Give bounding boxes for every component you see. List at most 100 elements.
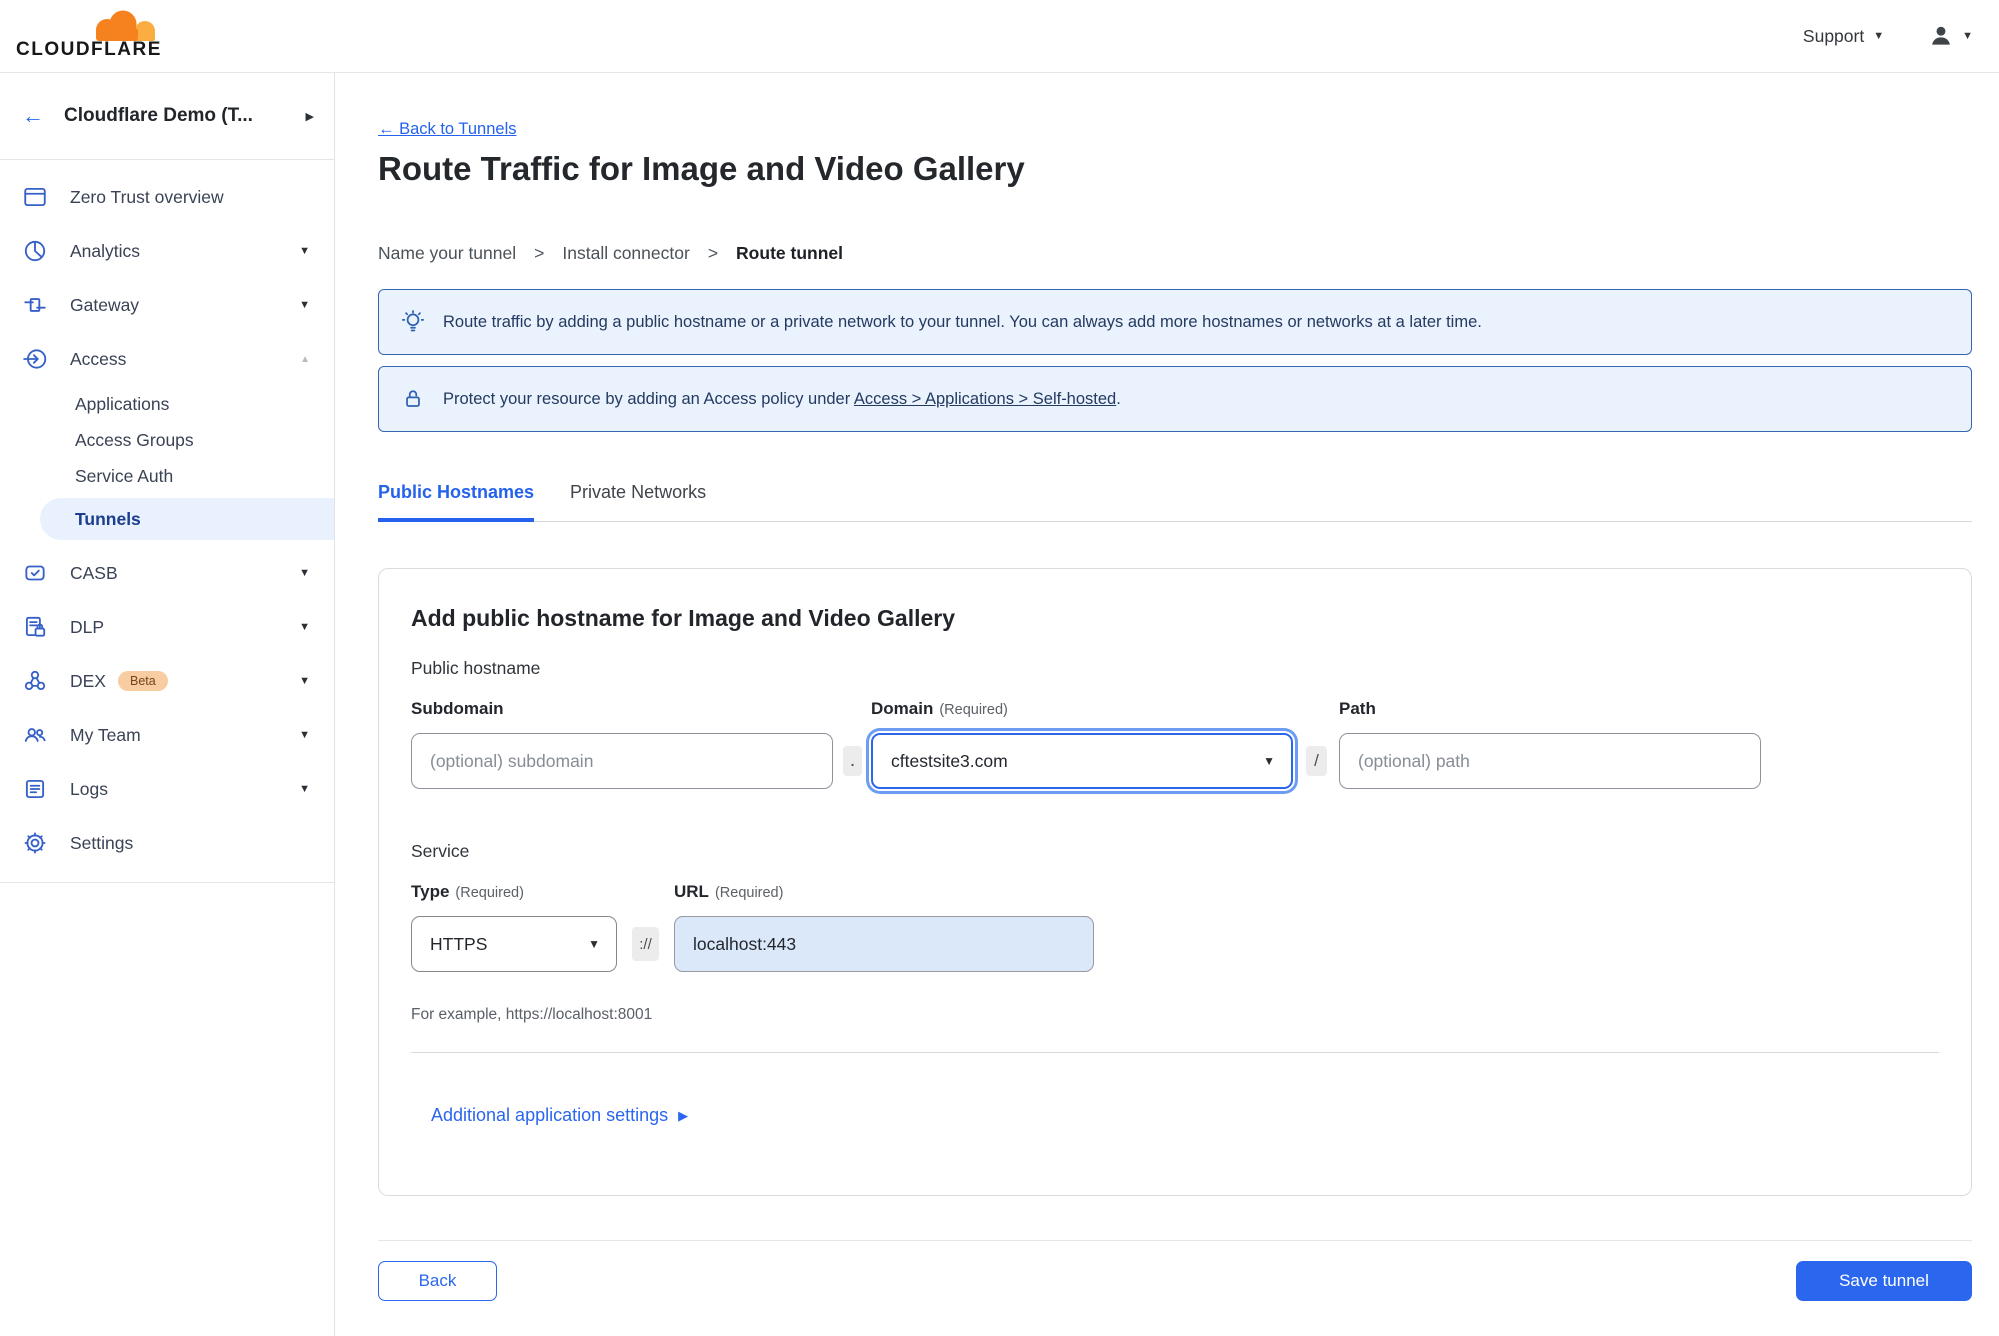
logs-list-icon [22, 776, 48, 802]
domain-select[interactable]: cftestsite3.com ▼ [871, 733, 1293, 789]
sidebar: ← Cloudflare Demo (T... ▶ Zero Trust ove… [0, 73, 335, 1336]
sidebar-item-gateway[interactable]: Gateway ▼ [0, 278, 334, 332]
step-install-connector: Install connector [562, 243, 690, 263]
service-url-input[interactable] [674, 916, 1094, 972]
service-field-row: Type (Required) HTTPS ▼ :// URL (Required) [411, 882, 1939, 972]
chevron-down-icon: ▼ [299, 299, 310, 311]
pie-chart-icon [22, 238, 48, 264]
document-lock-icon [22, 614, 48, 640]
sidebar-item-tunnels[interactable]: Tunnels [40, 498, 334, 540]
sidebar-item-casb[interactable]: CASB ▼ [0, 546, 334, 600]
service-label: Service [411, 841, 470, 861]
add-public-hostname-card: Add public hostname for Image and Video … [378, 568, 1972, 1196]
chevron-down-icon: ▼ [1873, 30, 1885, 42]
sidebar-divider [0, 882, 334, 883]
sidebar-item-dlp[interactable]: DLP ▼ [0, 600, 334, 654]
browser-window-icon [22, 184, 48, 210]
cloudflare-wordmark: CLOUDFLARE [16, 39, 162, 60]
chevron-up-icon: ▲ [300, 353, 310, 365]
sidebar-subitem-label: Tunnels [75, 508, 141, 529]
type-label: Type (Required) [411, 882, 617, 902]
hostname-field-row: Subdomain . Domain (Required) cftestsite3… [411, 699, 1939, 789]
sidebar-item-label: Zero Trust overview [70, 186, 224, 207]
step-route-tunnel: Route tunnel [736, 243, 843, 263]
sidebar-item-access[interactable]: Access ▲ [0, 332, 334, 386]
page-title: Route Traffic for Image and Video Galler… [378, 150, 1025, 187]
wizard-steps: Name your tunnel > Install connector > R… [378, 243, 1972, 264]
user-menu[interactable]: ▼ [1928, 23, 1973, 49]
path-input[interactable] [1339, 733, 1761, 789]
footer-actions: Back Save tunnel [378, 1261, 1972, 1301]
sidebar-item-access-groups[interactable]: Access Groups [0, 422, 334, 458]
url-label-text: URL [674, 882, 709, 901]
banner-text-prefix: Protect your resource by adding an Acces… [443, 389, 854, 408]
chevron-down-icon: ▼ [299, 621, 310, 633]
additional-application-settings-link[interactable]: Additional application settings ▶ [431, 1105, 688, 1126]
sidebar-item-label: CASB [70, 562, 118, 583]
sidebar-item-applications[interactable]: Applications [0, 386, 334, 422]
chevron-right-icon: ▶ [678, 1107, 689, 1123]
sidebar-item-label: Logs [70, 778, 108, 799]
support-menu[interactable]: Support ▼ [1803, 26, 1884, 47]
required-label: (Required) [939, 702, 1008, 718]
cloudflare-logo[interactable]: CLOUDFLARE [16, 7, 176, 65]
banner-text: Protect your resource by adding an Acces… [443, 390, 1121, 409]
service-type-field: Type (Required) HTTPS ▼ [411, 882, 617, 972]
sidebar-item-label: Analytics [70, 240, 141, 261]
domain-field: Domain (Required) cftestsite3.com ▼ [871, 699, 1293, 789]
account-switcher[interactable]: ← Cloudflare Demo (T... ▶ [0, 73, 334, 160]
casb-check-icon [22, 560, 48, 586]
gateway-icon [22, 292, 48, 318]
sidebar-subitem-label: Access Groups [75, 429, 194, 450]
slash-separator: / [1306, 746, 1327, 776]
subdomain-input[interactable] [411, 733, 833, 789]
banner-text-suffix: . [1116, 389, 1121, 408]
sidebar-item-settings[interactable]: Settings [0, 816, 334, 870]
sidebar-subitem-label: Applications [75, 393, 170, 414]
access-login-icon [22, 346, 48, 372]
sidebar-item-label: Access [70, 348, 127, 369]
team-people-icon [22, 722, 48, 748]
chevron-right-icon: ▶ [305, 110, 314, 123]
sidebar-item-label: My Team [70, 724, 141, 745]
chevron-down-icon: ▼ [1263, 754, 1275, 768]
subdomain-label: Subdomain [411, 699, 504, 718]
tab-private-networks[interactable]: Private Networks [570, 482, 706, 522]
gear-icon [22, 830, 48, 856]
sidebar-item-my-team[interactable]: My Team ▼ [0, 708, 334, 762]
subdomain-field: Subdomain [411, 699, 833, 789]
sidebar-item-service-auth[interactable]: Service Auth [0, 458, 334, 494]
sidebar-item-zero-trust-overview[interactable]: Zero Trust overview [0, 170, 334, 224]
sidebar-item-label: Gateway [70, 294, 140, 315]
card-divider [411, 1052, 1939, 1053]
sidebar-item-logs[interactable]: Logs ▼ [0, 762, 334, 816]
card-heading: Add public hostname for Image and Video … [411, 605, 956, 631]
chevron-down-icon: ▼ [588, 937, 600, 951]
save-tunnel-button[interactable]: Save tunnel [1796, 1261, 1972, 1301]
breadcrumb-separator: > [707, 243, 719, 263]
zero-trust-dashboard: CLOUDFLARE Support ▼ ▼ ← Cloudflare Demo… [0, 0, 1999, 1336]
sidebar-item-dex[interactable]: DEX Beta ▼ [0, 654, 334, 708]
chevron-down-icon: ▼ [299, 567, 310, 579]
info-banner-access-policy: Protect your resource by adding an Acces… [378, 366, 1972, 432]
public-hostname-label: Public hostname [411, 658, 541, 678]
tab-public-hostnames[interactable]: Public Hostnames [378, 482, 535, 522]
chevron-down-icon: ▼ [299, 245, 310, 257]
chevron-down-icon: ▼ [299, 783, 310, 795]
back-button[interactable]: Back [378, 1261, 497, 1301]
back-to-tunnels-link[interactable]: ← Back to Tunnels [378, 120, 517, 139]
service-type-select[interactable]: HTTPS ▼ [411, 916, 617, 972]
account-name: Cloudflare Demo (T... [64, 105, 253, 126]
info-banner-route-traffic: Route traffic by adding a public hostnam… [378, 289, 1972, 355]
sidebar-nav: Zero Trust overview Analytics ▼ Gateway … [0, 160, 334, 883]
access-applications-self-hosted-link[interactable]: Access > Applications > Self-hosted [854, 390, 1116, 408]
chevron-down-icon: ▼ [299, 729, 310, 741]
dot-separator: . [843, 746, 862, 776]
sidebar-item-analytics[interactable]: Analytics ▼ [0, 224, 334, 278]
back-arrow-icon: ← [22, 103, 44, 128]
domain-label: Domain (Required) [871, 699, 1293, 719]
step-name-your-tunnel: Name your tunnel [378, 243, 517, 263]
beta-badge: Beta [117, 671, 168, 691]
chevron-down-icon: ▼ [299, 675, 310, 687]
footer-divider [378, 1240, 1972, 1241]
